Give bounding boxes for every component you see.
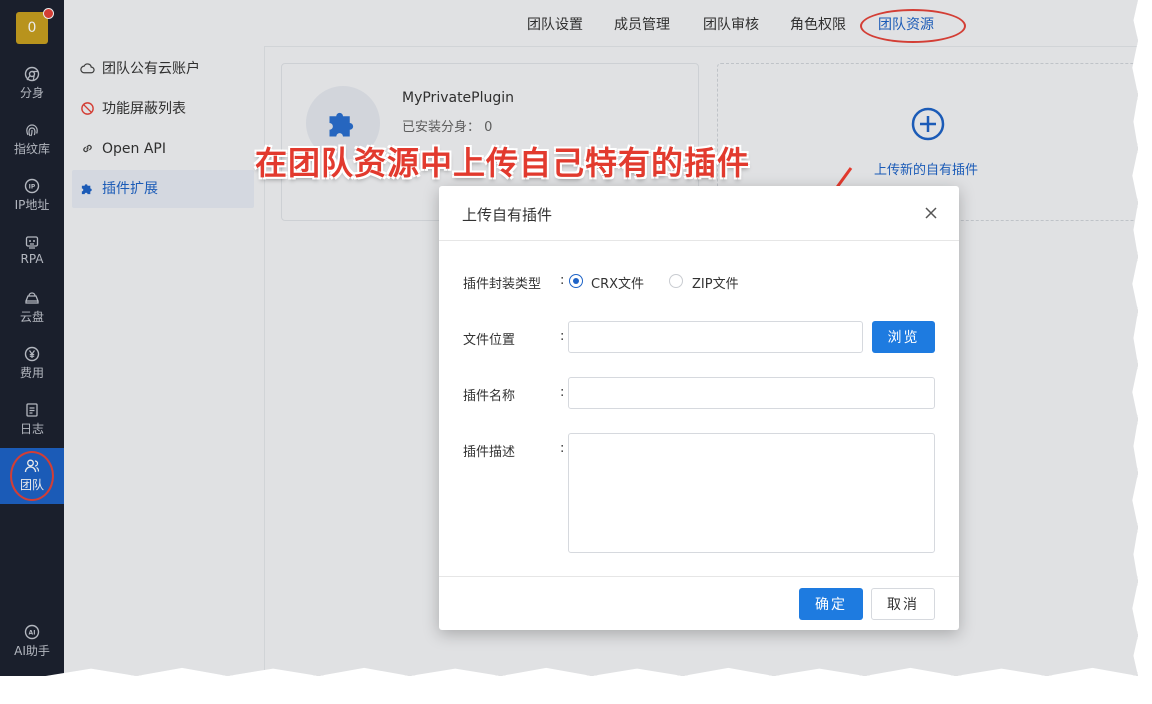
plugin-description-textarea[interactable] <box>568 433 935 553</box>
file-location-input[interactable] <box>568 321 863 353</box>
file-location-label: 文件位置 <box>463 333 516 348</box>
annotation-caption: 在团队资源中上传自己特有的插件 <box>255 144 751 182</box>
colon: : <box>560 385 565 400</box>
plugin-description-label: 插件描述 <box>463 445 516 460</box>
dialog-title: 上传自有插件 <box>462 206 553 224</box>
plugin-name-input[interactable] <box>568 377 935 409</box>
colon: : <box>560 329 565 344</box>
package-type-label: 插件封装类型 <box>463 277 542 292</box>
colon: : <box>560 441 565 456</box>
plugin-name-label: 插件名称 <box>463 389 516 404</box>
close-icon[interactable] <box>923 205 939 221</box>
radio-zip-label[interactable]: ZIP文件 <box>692 273 739 292</box>
cancel-button[interactable]: 取消 <box>871 588 935 620</box>
radio-crx-label[interactable]: CRX文件 <box>591 273 644 292</box>
radio-zip[interactable] <box>669 274 683 288</box>
confirm-button[interactable]: 确定 <box>799 588 863 620</box>
colon: : <box>560 273 565 288</box>
browse-button[interactable]: 浏览 <box>872 321 935 353</box>
dialog-footer-divider <box>439 576 959 577</box>
upload-plugin-dialog: 上传自有插件 插件封装类型 : CRX文件 ZIP文件 文件位置 : 浏览 插件… <box>439 186 959 630</box>
app-window: 0 分身 指纹库 IP IP地址 RPA 云盘 费用 日志 团队 AI AI助手… <box>0 0 1138 676</box>
radio-crx[interactable] <box>569 274 583 288</box>
dialog-header: 上传自有插件 <box>439 186 959 241</box>
